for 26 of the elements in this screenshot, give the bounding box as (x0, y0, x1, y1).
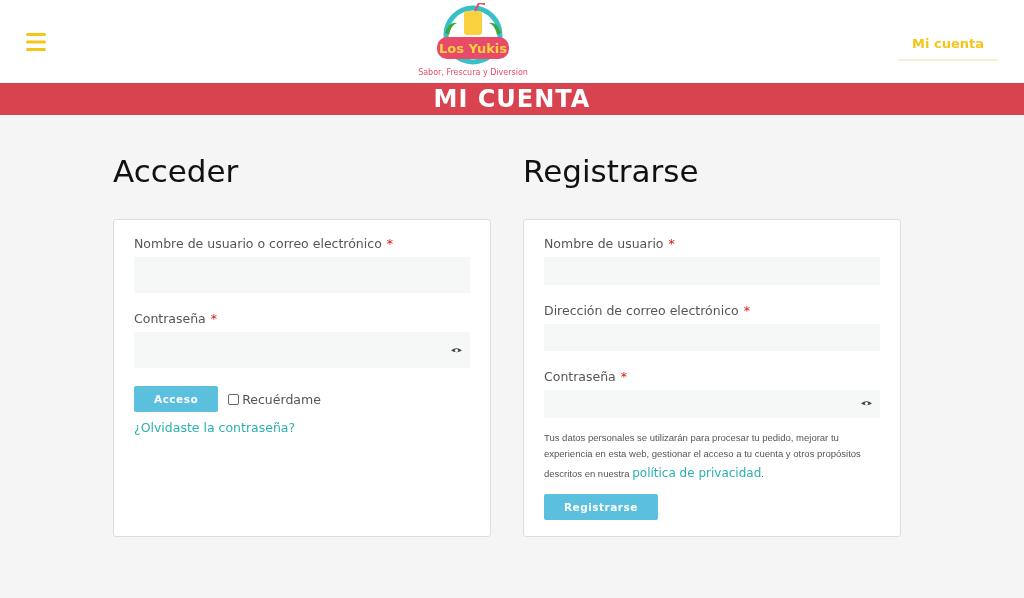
eye-icon[interactable] (451, 346, 462, 354)
privacy-note: Tus datos personales se utilizarán para procesar tu pedido, mejorar tu experiencia en esta web, gestionar el acceso a tu cuenta y otros propósitos descritos en nuestra política de privacidad. (544, 430, 862, 482)
account-link[interactable]: Mi cuenta (898, 28, 998, 61)
checkbox-label: Recuérdame (242, 391, 321, 407)
field-label: Nombre de usuario o correo electrónico (134, 236, 382, 251)
required-mark: * (386, 236, 394, 251)
register-button[interactable]: Registrarse (544, 494, 658, 520)
field-label: Contraseña (134, 311, 206, 326)
required-mark: * (668, 236, 675, 251)
page-title: MI CUENTA (433, 85, 591, 113)
password-field[interactable] (134, 332, 470, 368)
field-label: Dirección de correo electrónico (544, 302, 739, 318)
login-button[interactable]: Acceso (134, 386, 219, 412)
logo[interactable]: Los Yukis Sabor, Frescura y Diversion (413, 2, 533, 81)
section-heading: Acceder (113, 153, 240, 189)
field-label: Contraseña (544, 369, 616, 385)
password-field[interactable] (544, 390, 880, 418)
required-mark: * (210, 311, 218, 326)
section-heading: Registrarse (523, 153, 700, 189)
required-mark: * (743, 302, 750, 318)
required-mark: * (620, 369, 628, 385)
checkbox[interactable] (228, 393, 240, 405)
forgot-password-link[interactable]: ¿Olvidaste la contraseña? (134, 420, 470, 435)
menu-icon[interactable] (26, 32, 48, 51)
field-label: Nombre de usuario (544, 236, 664, 251)
eye-icon[interactable] (861, 400, 872, 408)
